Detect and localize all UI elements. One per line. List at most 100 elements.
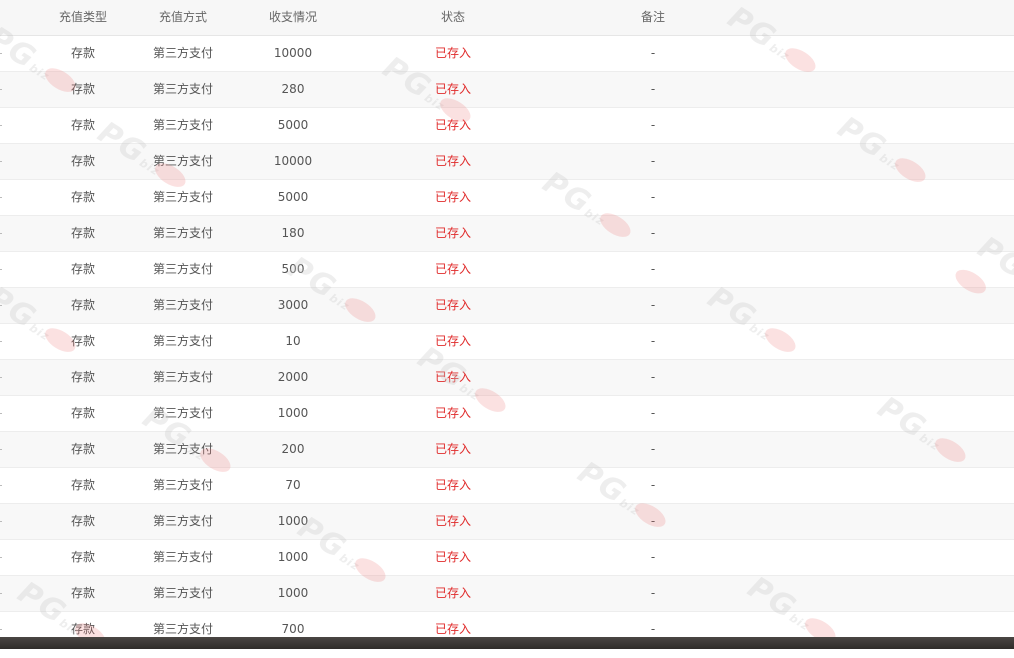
cell-recharge-method: 第三方支付 [152, 46, 213, 60]
cell-amount: 2000 [277, 370, 309, 384]
cell-note: - [650, 550, 656, 564]
cell-recharge-type: 存款 [70, 442, 95, 456]
cell-status: 已存入 [434, 226, 471, 240]
cell-recharge-method: 第三方支付 [152, 226, 213, 240]
cell-recharge-type: 存款 [70, 514, 95, 528]
cell-note: - [650, 118, 656, 132]
cell-note: - [650, 190, 656, 204]
row-edge-marker [0, 377, 2, 378]
cell-recharge-method: 第三方支付 [152, 82, 213, 96]
table-row: 存款 第三方支付 2000 已存入 - [0, 360, 1014, 396]
row-edge-marker [0, 89, 2, 90]
row-edge-marker [0, 53, 2, 54]
table-row: 存款 第三方支付 1000 已存入 - [0, 576, 1014, 612]
table-row: 存款 第三方支付 180 已存入 - [0, 216, 1014, 252]
row-edge-marker [0, 269, 2, 270]
row-edge-marker [0, 629, 2, 630]
row-edge-marker [0, 341, 2, 342]
cell-amount: 500 [281, 262, 305, 276]
cell-recharge-type: 存款 [70, 406, 95, 420]
table-row: 存款 第三方支付 5000 已存入 - [0, 180, 1014, 216]
cell-status: 已存入 [434, 298, 471, 312]
table-row: 存款 第三方支付 200 已存入 - [0, 432, 1014, 468]
table-header: 充值类型 充值方式 收支情况 状态 备注 [0, 0, 1014, 36]
cell-note: - [650, 334, 656, 348]
cell-note: - [650, 298, 656, 312]
cell-recharge-method: 第三方支付 [152, 154, 213, 168]
row-edge-marker [0, 233, 2, 234]
table-row: 存款 第三方支付 280 已存入 - [0, 72, 1014, 108]
cell-amount: 70 [285, 478, 301, 492]
table-row: 存款 第三方支付 10000 已存入 - [0, 36, 1014, 72]
cell-note: - [650, 478, 656, 492]
cell-recharge-method: 第三方支付 [152, 262, 213, 276]
cell-amount: 280 [281, 82, 305, 96]
cell-recharge-type: 存款 [70, 118, 95, 132]
bottom-bar [0, 637, 1014, 649]
cell-status: 已存入 [434, 82, 471, 96]
cell-recharge-method: 第三方支付 [152, 118, 213, 132]
row-edge-marker [0, 557, 2, 558]
row-edge-marker [0, 305, 2, 306]
cell-amount: 10000 [273, 46, 313, 60]
table-body: 存款 第三方支付 10000 已存入 - 存款 第三方支付 280 已存入 - 存款 第三方支付 500… [0, 36, 1014, 648]
cell-amount: 1000 [277, 406, 309, 420]
cell-note: - [650, 442, 656, 456]
cell-amount: 5000 [277, 190, 309, 204]
table-row: 存款 第三方支付 3000 已存入 - [0, 288, 1014, 324]
cell-recharge-method: 第三方支付 [152, 334, 213, 348]
header-recharge-method: 充值方式 [158, 10, 207, 24]
cell-recharge-type: 存款 [70, 334, 95, 348]
cell-note: - [650, 514, 656, 528]
table-row: 存款 第三方支付 70 已存入 - [0, 468, 1014, 504]
cell-amount: 1000 [277, 586, 309, 600]
cell-amount: 10 [285, 334, 301, 348]
cell-recharge-method: 第三方支付 [152, 190, 213, 204]
header-recharge-type: 充值类型 [58, 10, 107, 24]
row-edge-marker [0, 197, 2, 198]
table-row: 存款 第三方支付 500 已存入 - [0, 252, 1014, 288]
cell-status: 已存入 [434, 46, 471, 60]
cell-recharge-type: 存款 [70, 82, 95, 96]
row-edge-marker [0, 449, 2, 450]
cell-note: - [650, 262, 656, 276]
row-edge-marker [0, 485, 2, 486]
cell-status: 已存入 [434, 406, 471, 420]
cell-recharge-type: 存款 [70, 298, 95, 312]
row-edge-marker [0, 413, 2, 414]
row-edge-marker [0, 161, 2, 162]
deposit-records-table: 充值类型 充值方式 收支情况 状态 备注 存款 第三方支付 10000 已存入 - 存款第… [0, 0, 1014, 648]
cell-amount: 1000 [277, 550, 309, 564]
cell-note: - [650, 46, 656, 60]
cell-recharge-type: 存款 [70, 262, 95, 276]
cell-amount: 3000 [277, 298, 309, 312]
cell-status: 已存入 [434, 262, 471, 276]
cell-note: - [650, 370, 656, 384]
cell-recharge-method: 第三方支付 [152, 550, 213, 564]
row-edge-marker [0, 593, 2, 594]
cell-status: 已存入 [434, 118, 471, 132]
cell-recharge-type: 存款 [70, 154, 95, 168]
cell-recharge-method: 第三方支付 [152, 370, 213, 384]
table-row: 存款 第三方支付 10 已存入 - [0, 324, 1014, 360]
table-row: 存款 第三方支付 10000 已存入 - [0, 144, 1014, 180]
cell-note: - [650, 406, 656, 420]
cell-recharge-type: 存款 [70, 478, 95, 492]
cell-status: 已存入 [434, 478, 471, 492]
cell-recharge-method: 第三方支付 [152, 514, 213, 528]
cell-recharge-type: 存款 [70, 190, 95, 204]
cell-recharge-type: 存款 [70, 586, 95, 600]
cell-amount: 10000 [273, 154, 313, 168]
cell-note: - [650, 82, 656, 96]
cell-status: 已存入 [434, 442, 471, 456]
table-row: 存款 第三方支付 1000 已存入 - [0, 504, 1014, 540]
header-amount: 收支情况 [268, 10, 317, 24]
header-note: 备注 [640, 10, 665, 24]
cell-amount: 200 [281, 442, 305, 456]
cell-recharge-method: 第三方支付 [152, 298, 213, 312]
cell-note: - [650, 154, 656, 168]
cell-recharge-type: 存款 [70, 370, 95, 384]
row-edge-marker [0, 521, 2, 522]
table-row: 存款 第三方支付 1000 已存入 - [0, 540, 1014, 576]
cell-status: 已存入 [434, 154, 471, 168]
